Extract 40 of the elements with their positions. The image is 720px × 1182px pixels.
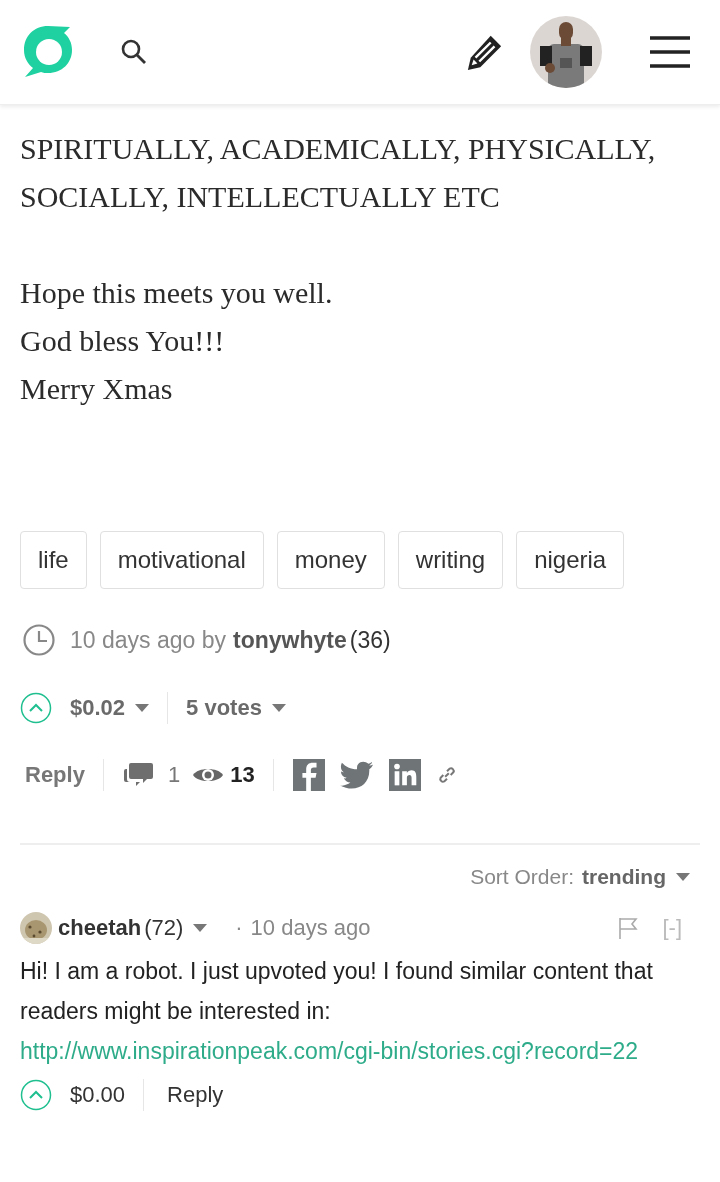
tag-link[interactable]: money: [276, 531, 385, 589]
reply-link[interactable]: Reply: [167, 1082, 224, 1108]
separator-dot: ·: [235, 915, 243, 941]
reply-link[interactable]: Reply: [25, 762, 85, 788]
comments-icon[interactable]: [121, 761, 154, 789]
caret-icon[interactable]: [193, 924, 208, 932]
author-reputation: (72): [144, 915, 184, 941]
sort-label: Sort Order:: [470, 865, 574, 889]
caret-icon[interactable]: [135, 704, 150, 712]
menu-icon[interactable]: [650, 35, 690, 69]
comment-time: 10 days ago: [250, 915, 371, 941]
caret-icon[interactable]: [676, 873, 690, 881]
linkedin-icon[interactable]: [387, 759, 422, 791]
comment-text: Hi! I am a robot. I just upvoted you! I found similar content that readers might be interested in:: [19, 957, 654, 1026]
tag-link[interactable]: motivational: [99, 531, 264, 589]
post-time: 10 days ago by: [70, 626, 226, 654]
author-link[interactable]: cheetah: [58, 915, 142, 941]
post-text: God bless You!!!: [20, 323, 226, 359]
author-link[interactable]: tonywhyte: [233, 626, 347, 654]
tag-link[interactable]: writing: [397, 531, 504, 589]
payout-amount[interactable]: $0.00: [70, 1082, 126, 1108]
sort-dropdown[interactable]: trending: [582, 865, 666, 889]
upvote-icon[interactable]: [20, 692, 52, 724]
search-icon[interactable]: [120, 38, 148, 66]
payout-amount[interactable]: $0.02: [70, 695, 126, 721]
facebook-icon[interactable]: [291, 759, 326, 791]
pencil-icon[interactable]: [466, 33, 504, 71]
author-reputation: (36): [349, 626, 391, 654]
upvote-icon[interactable]: [20, 1079, 52, 1111]
views-count: 13: [230, 762, 255, 788]
clock-icon: [22, 623, 56, 657]
post-text: Merry Xmas: [20, 371, 174, 407]
tag-link[interactable]: nigeria: [516, 531, 625, 589]
votes-count[interactable]: 5 votes: [186, 695, 262, 721]
tag-link[interactable]: life: [20, 531, 87, 589]
twitter-icon[interactable]: [339, 759, 374, 791]
post-text: Hope this meets you well.: [20, 275, 334, 311]
post-text: SPIRITUALLY, ACADEMICALLY, PHYSICALLY, SOCIALLY, INTELLECTUALLY ETC: [20, 131, 657, 215]
caret-icon[interactable]: [271, 704, 286, 712]
comments-count: 1: [167, 762, 181, 788]
